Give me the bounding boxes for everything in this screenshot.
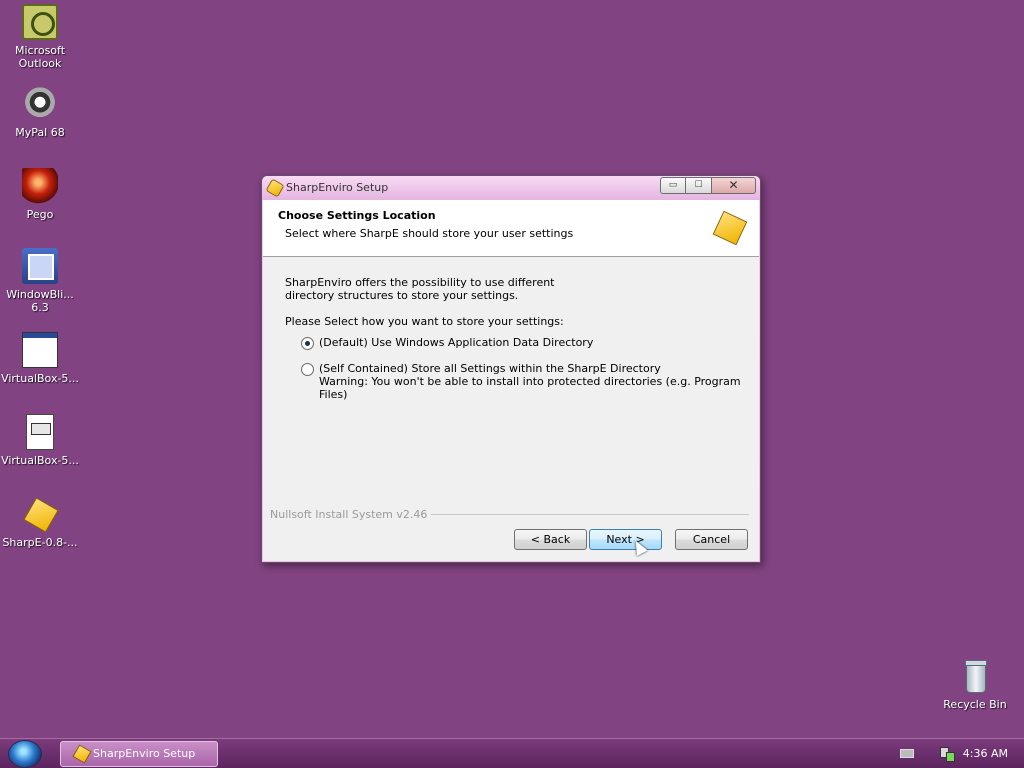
intro-line: SharpEnviro offers the possibility to us…: [285, 276, 555, 289]
radio-self-contained[interactable]: [301, 363, 314, 376]
desktop-icon-label: WindowBli... 6.3: [6, 288, 74, 314]
installer-branding: Nullsoft Install System v2.46: [270, 508, 749, 521]
option-label[interactable]: (Default) Use Windows Application Data D…: [319, 336, 593, 349]
desktop-icon-sharpe[interactable]: SharpE-0.8-...: [0, 496, 80, 549]
desktop-icon-recycle-bin[interactable]: Recycle Bin: [935, 658, 1015, 711]
intro-text: SharpEnviro offers the possibility to us…: [285, 276, 555, 302]
maximize-button[interactable]: ☐: [686, 177, 712, 194]
clock[interactable]: 4:36 AM: [963, 747, 1008, 760]
desktop-icon-label: Pego: [26, 208, 54, 221]
option-default[interactable]: (Default) Use Windows Application Data D…: [301, 336, 593, 350]
recycle-bin-icon: [957, 658, 993, 694]
desktop-icon-label: MyPal 68: [15, 126, 65, 139]
desktop-icon-label: Microsoft Outlook: [14, 44, 66, 70]
next-button[interactable]: Next >: [589, 529, 662, 550]
desktop-icon-label: VirtualBox-5...: [1, 372, 79, 385]
back-button[interactable]: < Back: [514, 529, 587, 550]
desktop-icon-outlook[interactable]: Microsoft Outlook: [0, 4, 80, 70]
close-button[interactable]: ✕: [712, 177, 756, 194]
option-warning: Warning: You won't be able to install in…: [319, 375, 741, 401]
caption-buttons: ▭ ☐ ✕: [660, 177, 756, 195]
setup-window: SharpEnviro Setup ▭ ☐ ✕ Choose Settings …: [261, 175, 761, 563]
option-label-group[interactable]: (Self Contained) Store all Settings with…: [319, 362, 759, 401]
sharpe-cube-icon: [265, 178, 285, 198]
divider: [431, 514, 749, 515]
wizard-header: Choose Settings Location Select where Sh…: [263, 200, 759, 257]
windowblinds-icon: [22, 248, 58, 284]
window-client-area: Choose Settings Location Select where Sh…: [263, 200, 759, 561]
network-icon[interactable]: [938, 745, 955, 762]
selection-prompt: Please Select how you want to store your…: [285, 315, 564, 328]
intro-line: directory structures to store your setti…: [285, 289, 519, 302]
outlook-icon: [22, 4, 58, 40]
desktop-icon-pego[interactable]: Pego: [0, 168, 80, 221]
desktop-icon-virtualbox-1[interactable]: VirtualBox-5...: [0, 332, 80, 385]
taskbar-item-label: SharpEnviro Setup: [93, 747, 196, 760]
document-icon: [26, 414, 54, 450]
option-self-contained[interactable]: (Self Contained) Store all Settings with…: [301, 362, 759, 401]
title-bar[interactable]: SharpEnviro Setup ▭ ☐ ✕: [262, 176, 760, 200]
desktop-icon-windowblinds[interactable]: WindowBli... 6.3: [0, 248, 80, 314]
window-title: SharpEnviro Setup: [286, 181, 389, 194]
radio-default[interactable]: [301, 337, 314, 350]
mypal-icon: [22, 86, 58, 122]
minimize-button[interactable]: ▭: [660, 177, 686, 194]
desktop-icon-label: SharpE-0.8-...: [2, 536, 78, 549]
page-title: Choose Settings Location: [278, 209, 436, 222]
keyboard-icon[interactable]: [900, 749, 914, 758]
option-label[interactable]: (Self Contained) Store all Settings with…: [319, 362, 759, 375]
desktop-icon-mypal[interactable]: MyPal 68: [0, 86, 80, 139]
branding-text: Nullsoft Install System v2.46: [270, 508, 428, 521]
sharpe-cube-icon: [712, 210, 748, 246]
application-window-icon: [22, 332, 58, 368]
taskbar-item-sharpenviro-setup[interactable]: SharpEnviro Setup: [60, 741, 218, 767]
start-button[interactable]: [8, 740, 42, 768]
page-subtitle: Select where SharpE should store your us…: [285, 227, 574, 240]
desktop-icon-label: VirtualBox-5...: [1, 454, 79, 467]
pego-icon: [22, 168, 58, 204]
desktop-icon-label: Recycle Bin: [943, 698, 1007, 711]
cancel-button[interactable]: Cancel: [675, 529, 748, 550]
desktop-icon-virtualbox-2[interactable]: VirtualBox-5...: [0, 414, 80, 467]
taskbar: SharpEnviro Setup 4:36 AM: [0, 738, 1024, 768]
sharpe-cube-icon: [22, 496, 58, 532]
sharpe-cube-icon: [72, 744, 92, 764]
